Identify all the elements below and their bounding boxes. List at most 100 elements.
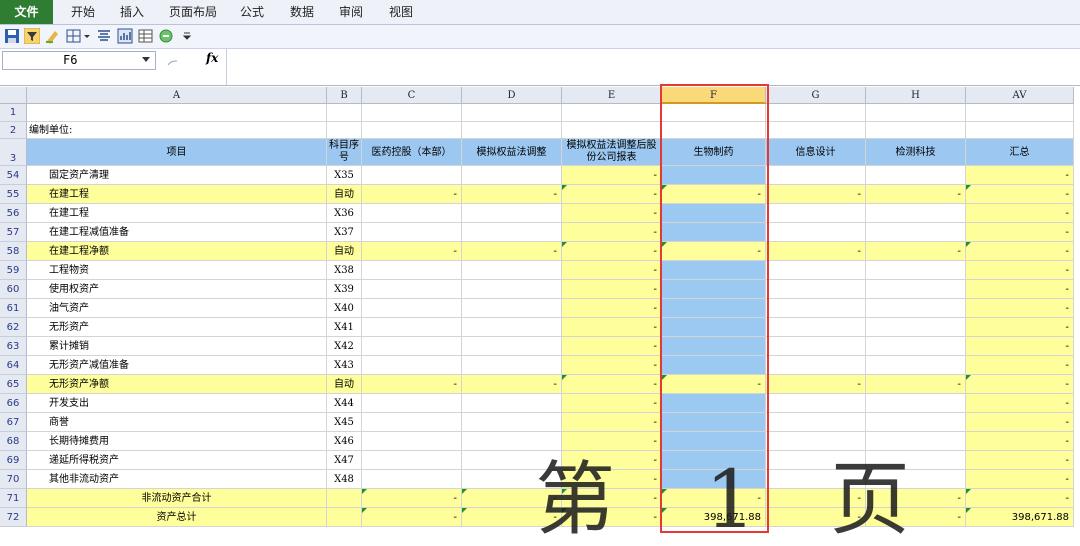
- value-cell[interactable]: -: [362, 375, 462, 394]
- value-cell[interactable]: [362, 413, 462, 432]
- value-cell[interactable]: -: [562, 432, 662, 451]
- value-cell[interactable]: [362, 280, 462, 299]
- value-cell[interactable]: [866, 299, 966, 318]
- value-cell[interactable]: [866, 261, 966, 280]
- row-header[interactable]: 61: [0, 299, 27, 318]
- column-header-av[interactable]: AV: [966, 87, 1074, 104]
- value-cell[interactable]: [662, 337, 766, 356]
- value-cell[interactable]: -: [766, 185, 866, 204]
- value-cell[interactable]: -: [362, 242, 462, 261]
- chart-icon[interactable]: [117, 28, 133, 44]
- row-label[interactable]: 累计摊销: [27, 337, 327, 356]
- value-cell[interactable]: -: [966, 470, 1074, 489]
- row-header[interactable]: 70: [0, 470, 27, 489]
- value-cell[interactable]: -: [966, 299, 1074, 318]
- value-cell[interactable]: [662, 261, 766, 280]
- clear-format-icon[interactable]: [44, 28, 60, 44]
- value-cell[interactable]: [462, 204, 562, 223]
- name-box[interactable]: F6: [2, 51, 156, 70]
- value-cell[interactable]: [866, 432, 966, 451]
- insert-function-button[interactable]: [166, 51, 196, 67]
- value-cell[interactable]: [866, 204, 966, 223]
- row-label[interactable]: 递延所得税资产: [27, 451, 327, 470]
- row-header[interactable]: 59: [0, 261, 27, 280]
- filter-icon[interactable]: [23, 27, 41, 45]
- cell[interactable]: [966, 122, 1074, 139]
- file-tab[interactable]: 文件: [0, 0, 53, 24]
- row-label[interactable]: 非流动资产合计: [27, 489, 327, 508]
- tab-view[interactable]: 视图: [389, 0, 413, 24]
- subject-code[interactable]: X47: [327, 451, 362, 470]
- row-label[interactable]: 在建工程减值准备: [27, 223, 327, 242]
- row-header[interactable]: 55: [0, 185, 27, 204]
- value-cell[interactable]: [362, 318, 462, 337]
- value-cell[interactable]: [662, 280, 766, 299]
- value-cell[interactable]: [362, 356, 462, 375]
- value-cell[interactable]: [766, 432, 866, 451]
- subject-code[interactable]: X42: [327, 337, 362, 356]
- row-label[interactable]: 固定资产清理: [27, 166, 327, 185]
- value-cell[interactable]: [462, 223, 562, 242]
- row-header[interactable]: 58: [0, 242, 27, 261]
- value-cell[interactable]: [662, 356, 766, 375]
- cell[interactable]: [766, 122, 866, 139]
- save-icon[interactable]: [4, 28, 20, 44]
- borders-icon[interactable]: [66, 28, 82, 44]
- row-header[interactable]: 56: [0, 204, 27, 223]
- compiling-unit-label[interactable]: 编制单位:: [27, 122, 327, 139]
- row-label[interactable]: 其他非流动资产: [27, 470, 327, 489]
- value-cell[interactable]: -: [562, 242, 662, 261]
- column-header-a[interactable]: A: [27, 87, 327, 104]
- column-header-f[interactable]: F: [662, 87, 766, 104]
- row-label[interactable]: 长期待摊费用: [27, 432, 327, 451]
- column-title-av[interactable]: 汇总: [966, 139, 1074, 166]
- column-title-g[interactable]: 信息设计: [766, 139, 866, 166]
- row-label[interactable]: 资产总计: [27, 508, 327, 527]
- column-title-f[interactable]: 生物制药: [662, 139, 766, 166]
- cell[interactable]: [866, 104, 966, 122]
- value-cell[interactable]: [866, 166, 966, 185]
- value-cell[interactable]: [462, 413, 562, 432]
- cell[interactable]: [462, 122, 562, 139]
- subject-code[interactable]: X41: [327, 318, 362, 337]
- value-cell[interactable]: -: [562, 413, 662, 432]
- tab-formulas[interactable]: 公式: [240, 0, 264, 24]
- value-cell[interactable]: [766, 356, 866, 375]
- table-icon[interactable]: [138, 28, 154, 44]
- row-header[interactable]: 66: [0, 394, 27, 413]
- tab-review[interactable]: 审阅: [339, 0, 363, 24]
- cell[interactable]: [662, 122, 766, 139]
- tab-home[interactable]: 开始: [71, 0, 95, 24]
- value-cell[interactable]: [866, 394, 966, 413]
- align-icon[interactable]: [96, 28, 112, 44]
- row-label[interactable]: 商誉: [27, 413, 327, 432]
- subject-code[interactable]: [327, 489, 362, 508]
- row-header[interactable]: 60: [0, 280, 27, 299]
- value-cell[interactable]: [866, 318, 966, 337]
- row-label[interactable]: 油气资产: [27, 299, 327, 318]
- value-cell[interactable]: -: [562, 318, 662, 337]
- row-label[interactable]: 工程物资: [27, 261, 327, 280]
- value-cell[interactable]: [362, 470, 462, 489]
- subject-code[interactable]: X37: [327, 223, 362, 242]
- customize-qat-icon[interactable]: [182, 28, 192, 44]
- value-cell[interactable]: -: [662, 185, 766, 204]
- value-cell[interactable]: [462, 299, 562, 318]
- row-header[interactable]: 67: [0, 413, 27, 432]
- row-header[interactable]: 72: [0, 508, 27, 527]
- value-cell[interactable]: -: [966, 166, 1074, 185]
- value-cell[interactable]: [462, 166, 562, 185]
- column-header-g[interactable]: G: [766, 87, 866, 104]
- value-cell[interactable]: [766, 204, 866, 223]
- subject-code[interactable]: 自动: [327, 185, 362, 204]
- value-cell[interactable]: [766, 337, 866, 356]
- subject-code[interactable]: 自动: [327, 242, 362, 261]
- value-cell[interactable]: -: [766, 242, 866, 261]
- row-label[interactable]: 在建工程: [27, 185, 327, 204]
- cell[interactable]: [362, 122, 462, 139]
- value-cell[interactable]: -: [866, 185, 966, 204]
- subject-code[interactable]: X45: [327, 413, 362, 432]
- value-cell[interactable]: -: [462, 375, 562, 394]
- subject-code[interactable]: [327, 508, 362, 527]
- value-cell[interactable]: -: [966, 185, 1074, 204]
